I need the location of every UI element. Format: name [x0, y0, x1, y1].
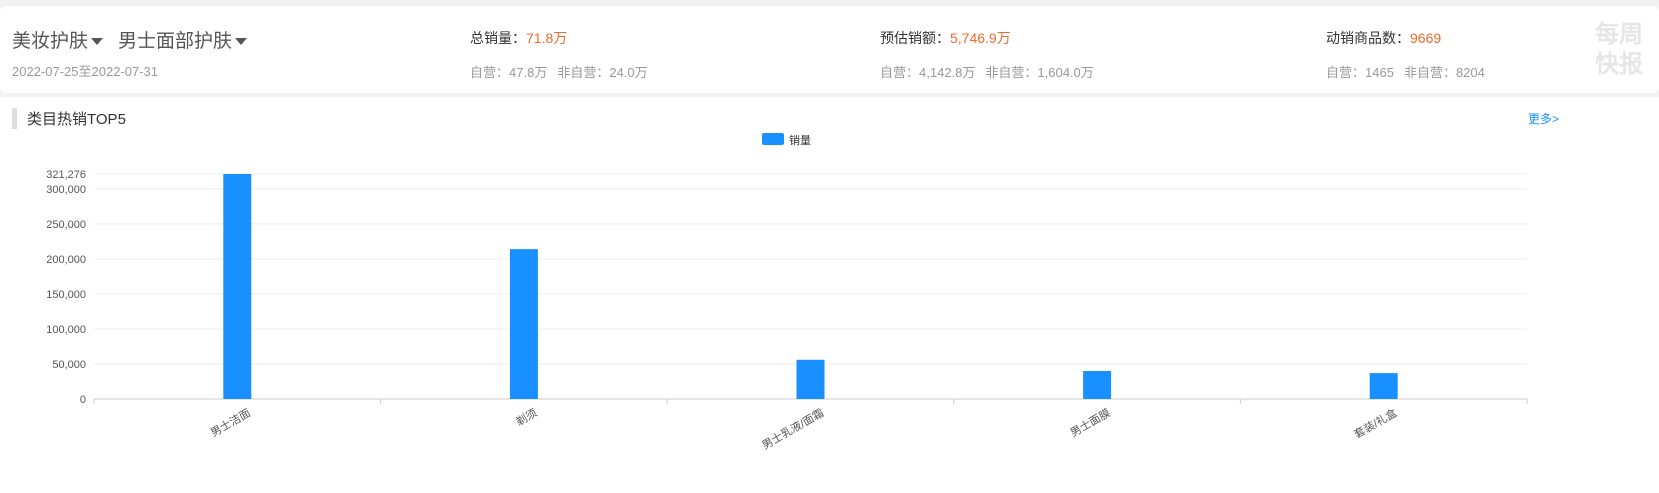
- y-tick-label: 250,000: [46, 219, 86, 231]
- legend-swatch: [762, 133, 784, 145]
- bar: [223, 174, 252, 399]
- bar: [1083, 370, 1112, 399]
- y-tick-label: 150,000: [46, 289, 86, 301]
- y-tick-label: 100,000: [46, 324, 86, 336]
- y-tick-label: 300,000: [46, 184, 86, 196]
- y-tick-label: 0: [80, 394, 86, 406]
- bar: [509, 249, 538, 399]
- y-tick-label: 200,000: [46, 254, 86, 266]
- bar: [1369, 373, 1398, 399]
- y-tick-label: 321,276: [46, 169, 86, 181]
- x-tick-label: 套装/礼盒: [1351, 405, 1399, 441]
- x-tick-label: 男士乳液/面霜: [759, 405, 826, 452]
- x-tick-label: 剃须: [514, 406, 540, 428]
- bar-chart: 0 50,000 100,000 150,000 200,000 250,000 300,0…: [46, 133, 1528, 452]
- y-tick-label: 50,000: [52, 359, 86, 371]
- x-tick-label: 男士面膜: [1068, 406, 1113, 439]
- legend-label: 销量: [789, 133, 811, 147]
- bar: [796, 359, 825, 399]
- x-tick-label: 男士洁面: [208, 406, 253, 439]
